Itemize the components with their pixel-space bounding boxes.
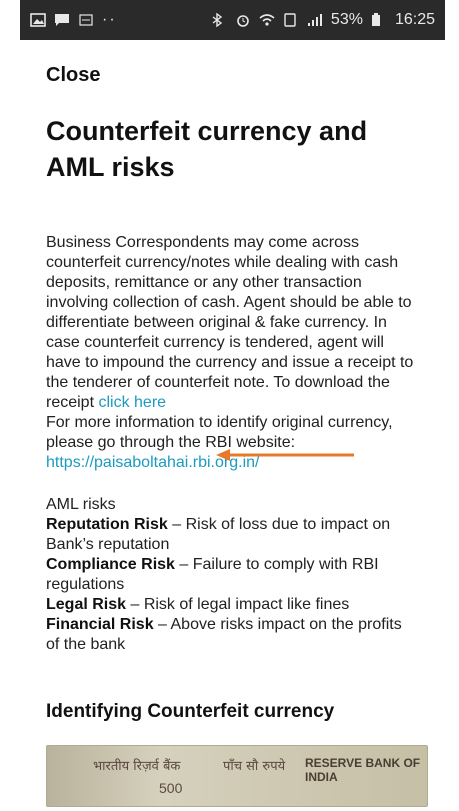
risk-name: Compliance Risk	[46, 556, 175, 573]
more-notifications-icon: ··	[102, 11, 117, 28]
close-button[interactable]: Close	[46, 64, 419, 87]
risk-name: Reputation Risk	[46, 516, 168, 533]
risk-desc: – Risk of legal impact like fines	[126, 596, 350, 613]
arrow-annotation-icon	[216, 449, 354, 461]
battery-icon	[371, 13, 387, 27]
banknote-hindi-amount: पाँच सौ रुपये	[223, 759, 286, 774]
risk-item-compliance: Compliance Risk – Failure to comply with…	[46, 555, 419, 595]
description-paragraph: Business Correspondents may come across …	[46, 233, 419, 473]
banknote-english-bank: RESERVE BANK OF INDIA	[305, 756, 421, 784]
bluetooth-icon	[211, 13, 227, 27]
more-info-text: For more information to identify origina…	[46, 414, 393, 451]
image-icon	[30, 13, 46, 27]
risk-item-financial: Financial Risk – Above risks impact on t…	[46, 615, 419, 655]
aml-heading: AML risks	[46, 496, 116, 513]
receipt-download-link[interactable]: click here	[98, 394, 166, 411]
risk-name: Legal Risk	[46, 596, 127, 613]
description-text: Business Correspondents may come across …	[46, 234, 414, 411]
aml-risks-section: AML risks Reputation Risk – Risk of loss…	[46, 495, 419, 655]
wifi-icon	[259, 13, 275, 27]
frame-right	[445, 0, 459, 811]
risk-item-reputation: Reputation Risk – Risk of loss due to im…	[46, 515, 419, 555]
page-content: Close Counterfeit currency and AML risks…	[20, 40, 445, 807]
status-bar: ·· 53% 16:25	[20, 0, 445, 40]
section-heading: Identifying Counterfeit currency	[46, 701, 335, 722]
message-icon	[54, 13, 70, 27]
banknote-hindi-bank: भारतीय रिज़र्व बैंक	[93, 759, 181, 774]
battery-percent: 53%	[330, 11, 363, 28]
frame-left	[0, 0, 20, 811]
page-title: Counterfeit currency and AML risks	[46, 116, 368, 182]
risk-name: Financial Risk	[46, 616, 154, 633]
banknote-image: भारतीय रिज़र्व बैंक पाँच सौ रुपये RESERV…	[46, 745, 428, 807]
banknote-number: 500	[159, 780, 183, 796]
risk-item-legal: Legal Risk – Risk of legal impact like f…	[46, 595, 419, 615]
alarm-icon	[235, 13, 251, 27]
sim-icon	[78, 13, 94, 27]
clock: 16:25	[394, 11, 435, 28]
nfc-icon	[283, 13, 299, 27]
signal-icon	[307, 13, 323, 27]
phone-screen: ·· 53% 16:25 Close Counterfeit currency …	[20, 0, 445, 811]
